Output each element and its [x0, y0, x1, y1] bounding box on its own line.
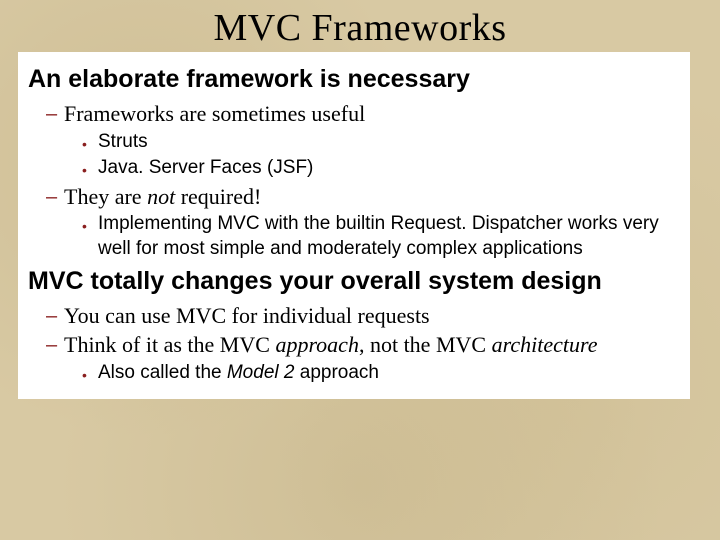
bullet-item: • Also called the Model 2 approach: [82, 361, 680, 386]
text-pre: Think of it as the MVC: [64, 332, 275, 357]
dash-text: Think of it as the MVC approach, not the…: [64, 331, 680, 359]
heading-1: An elaborate framework is necessary: [28, 64, 680, 94]
slide: MVC Frameworks An elaborate framework is…: [0, 0, 720, 540]
text-post: , not the MVC: [359, 332, 492, 357]
slide-title: MVC Frameworks: [0, 0, 720, 50]
bullet-text: Java. Server Faces (JSF): [98, 156, 680, 181]
bullet-item: • Implementing MVC with the builtin Requ…: [82, 212, 680, 261]
bullet-text: Also called the Model 2 approach: [98, 361, 680, 386]
bullet-icon: •: [82, 361, 98, 384]
text-em: approach: [275, 332, 359, 357]
text-pre: They are: [64, 184, 147, 209]
dash-icon: –: [46, 183, 64, 210]
text-post: required!: [175, 184, 261, 209]
dash-icon: –: [46, 302, 64, 329]
text-pre: Also called the: [98, 362, 227, 383]
dash-text: Frameworks are sometimes useful: [64, 100, 680, 128]
text-em2: architecture: [492, 332, 598, 357]
bullet-text: Struts: [98, 130, 680, 155]
dash-text: You can use MVC for individual requests: [64, 302, 680, 330]
dash-text: They are not required!: [64, 183, 680, 211]
bullet-icon: •: [82, 130, 98, 153]
text-post: approach: [294, 362, 379, 383]
text-em: not: [147, 184, 175, 209]
bullet-item: • Struts: [82, 130, 680, 155]
dash-item: – You can use MVC for individual request…: [46, 302, 680, 330]
text-em: Model 2: [227, 362, 295, 383]
dash-item: – They are not required!: [46, 183, 680, 211]
heading-2: MVC totally changes your overall system …: [28, 266, 680, 296]
dash-icon: –: [46, 331, 64, 358]
bullet-text: Implementing MVC with the builtin Reques…: [98, 212, 680, 261]
slide-content: An elaborate framework is necessary – Fr…: [18, 52, 690, 399]
bullet-icon: •: [82, 212, 98, 235]
dash-item: – Think of it as the MVC approach, not t…: [46, 331, 680, 359]
bullet-icon: •: [82, 156, 98, 179]
dash-icon: –: [46, 100, 64, 127]
dash-item: – Frameworks are sometimes useful: [46, 100, 680, 128]
bullet-item: • Java. Server Faces (JSF): [82, 156, 680, 181]
